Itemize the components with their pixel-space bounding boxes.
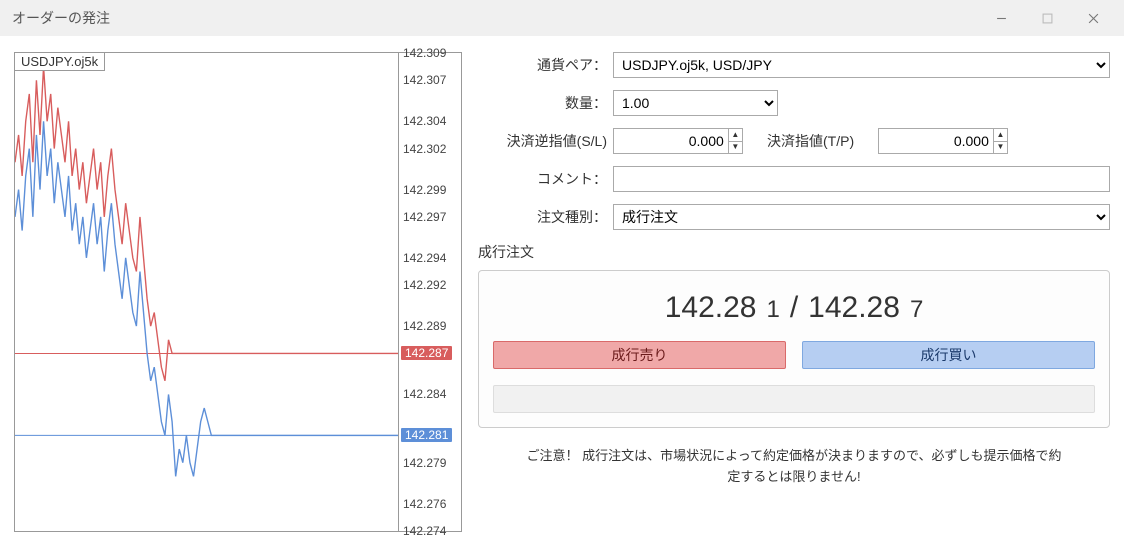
axis-tick: 142.304 [403,114,446,128]
chart-svg [15,53,398,531]
exec-panel: 142.28 1 / 142.28 7 成行売り 成行買い [478,270,1110,428]
qty-label: 数量： [478,93,613,113]
bid-mark: 142.281 [401,428,452,442]
price-pair: 142.28 1 / 142.28 7 [665,291,924,325]
ask-price-main: 142.28 [808,291,900,325]
sl-step-down[interactable]: ▼ [729,142,742,154]
type-label: 注文種別： [478,207,613,227]
tp-input[interactable]: ▲▼ [878,128,1008,154]
close-button[interactable] [1070,3,1116,33]
axis-tick: 142.284 [403,387,446,401]
tp-field[interactable] [879,129,993,153]
price-separator: / [790,291,798,325]
window-title: オーダーの発注 [12,8,978,28]
comment-input[interactable] [613,166,1110,192]
sl-field[interactable] [614,129,728,153]
pair-label: 通貨ペア： [478,55,613,75]
sl-label: 決済逆指値(S/L) [478,131,613,151]
axis-tick: 142.302 [403,142,446,156]
axis-tick: 142.294 [403,251,446,265]
sl-input[interactable]: ▲▼ [613,128,743,154]
order-form: 通貨ペア： USDJPY.oj5k, USD/JPY 数量： 1.00 決済逆指… [478,52,1110,532]
order-window: オーダーの発注 USDJPY.oj5k 142.287 [0,0,1124,548]
chart-y-axis: 142.287 142.281 142.309142.307142.304142… [399,53,461,531]
warning-text: ご注意！ 成行注文は、市場状況によって約定価格が決まりますので、必ずしも提示価格… [478,446,1110,488]
content-area: USDJPY.oj5k 142.287 142.281 142.309142.3… [0,36,1124,548]
axis-tick: 142.276 [403,497,446,511]
axis-tick: 142.292 [403,278,446,292]
result-row [493,385,1095,413]
comment-label: コメント： [478,169,613,189]
axis-tick: 142.279 [403,456,446,470]
type-select[interactable]: 成行注文 [613,204,1110,230]
window-controls [978,3,1116,33]
sell-button[interactable]: 成行売り [493,341,786,369]
bid-price-main: 142.28 [665,291,757,325]
ask-price-sub: 7 [910,296,923,324]
axis-tick: 142.307 [403,73,446,87]
titlebar: オーダーの発注 [0,0,1124,36]
sl-step-up[interactable]: ▲ [729,129,742,142]
axis-tick: 142.289 [403,319,446,333]
bid-price-sub: 1 [766,296,779,324]
qty-select[interactable]: 1.00 [613,90,778,116]
axis-tick: 142.297 [403,210,446,224]
axis-tick: 142.274 [403,524,446,538]
axis-tick: 142.309 [403,46,446,60]
tp-label: 決済指値(T/P) [767,131,854,151]
chart-plot-area [15,53,399,531]
maximize-button [1024,3,1070,33]
minimize-button[interactable] [978,3,1024,33]
buy-button[interactable]: 成行買い [802,341,1095,369]
tp-step-down[interactable]: ▼ [994,142,1007,154]
pair-select[interactable]: USDJPY.oj5k, USD/JPY [613,52,1110,78]
chart-symbol-label: USDJPY.oj5k [14,52,105,71]
tick-chart: USDJPY.oj5k 142.287 142.281 142.309142.3… [14,52,462,532]
tp-step-up[interactable]: ▲ [994,129,1007,142]
axis-tick: 142.299 [403,183,446,197]
ask-mark: 142.287 [401,346,452,360]
exec-heading: 成行注文 [478,242,1110,262]
